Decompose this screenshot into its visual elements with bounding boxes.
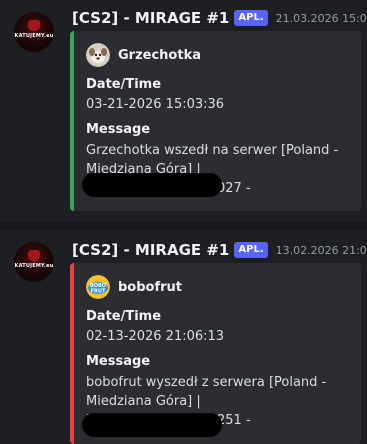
embed-author: Grzechotka (86, 43, 201, 67)
field-name-datetime: Date/Time (86, 309, 162, 324)
timestamp[interactable]: 13.02.2026 21:06 (276, 244, 367, 257)
timestamp[interactable]: 21.03.2026 15:03 (276, 12, 367, 25)
bobofrut-logo-icon: BOBO FRUT (86, 275, 110, 299)
message-separator (0, 222, 367, 230)
app-badge: APL. (234, 10, 268, 26)
author-name[interactable]: [CS2] - MIRAGE #1 (72, 241, 229, 259)
redaction-mark (82, 173, 222, 197)
message-header: [CS2] - MIRAGE #1 APL. 21.03.2026 15:03 (72, 8, 367, 28)
logo-mark-icon (28, 20, 40, 31)
embed-author: BOBO FRUT bobofrut (86, 275, 182, 299)
message-1: KATUJEMY.eu [CS2] - MIRAGE #1 APL. 21.03… (0, 0, 367, 222)
embed-card: Grzechotka Date/Time 03-21-2026 15:03:36… (70, 31, 361, 211)
field-value-message-line1: Grzechotka wszedł na serwer [Poland - (86, 143, 339, 158)
field-value-datetime: 02-13-2026 21:06:13 (86, 329, 225, 344)
logo-mark-icon (28, 250, 40, 261)
field-name-datetime: Date/Time (86, 77, 162, 92)
dog-avatar-icon (86, 43, 110, 67)
message-header: [CS2] - MIRAGE #1 APL. 13.02.2026 21:06 (72, 240, 367, 260)
field-value-datetime: 03-21-2026 15:03:36 (86, 97, 225, 112)
embed-accent-bar (70, 263, 74, 444)
embed-author-name: Grzechotka (118, 47, 201, 63)
app-badge: APL. (234, 242, 268, 258)
embed-author-name: bobofrut (118, 279, 183, 295)
svg-text:FRUT: FRUT (91, 289, 106, 295)
field-name-message: Message (86, 122, 151, 137)
field-name-message: Message (86, 354, 151, 369)
avatar-text: KATUJEMY.eu (14, 33, 54, 39)
author-name[interactable]: [CS2] - MIRAGE #1 (72, 9, 229, 27)
redaction-mark (82, 413, 222, 437)
embed-card: BOBO FRUT bobofrut Date/Time 02-13-2026 … (70, 263, 361, 444)
field-value-message-line1: bobofrut wyszedł z serwera [Poland - (86, 375, 327, 390)
avatar-text: KATUJEMY.eu (14, 263, 54, 269)
message-2: KATUJEMY.eu [CS2] - MIRAGE #1 APL. 13.02… (0, 230, 367, 444)
embed-accent-bar (70, 31, 74, 211)
bot-avatar[interactable]: KATUJEMY.eu (14, 12, 54, 52)
bot-avatar[interactable]: KATUJEMY.eu (14, 242, 54, 282)
